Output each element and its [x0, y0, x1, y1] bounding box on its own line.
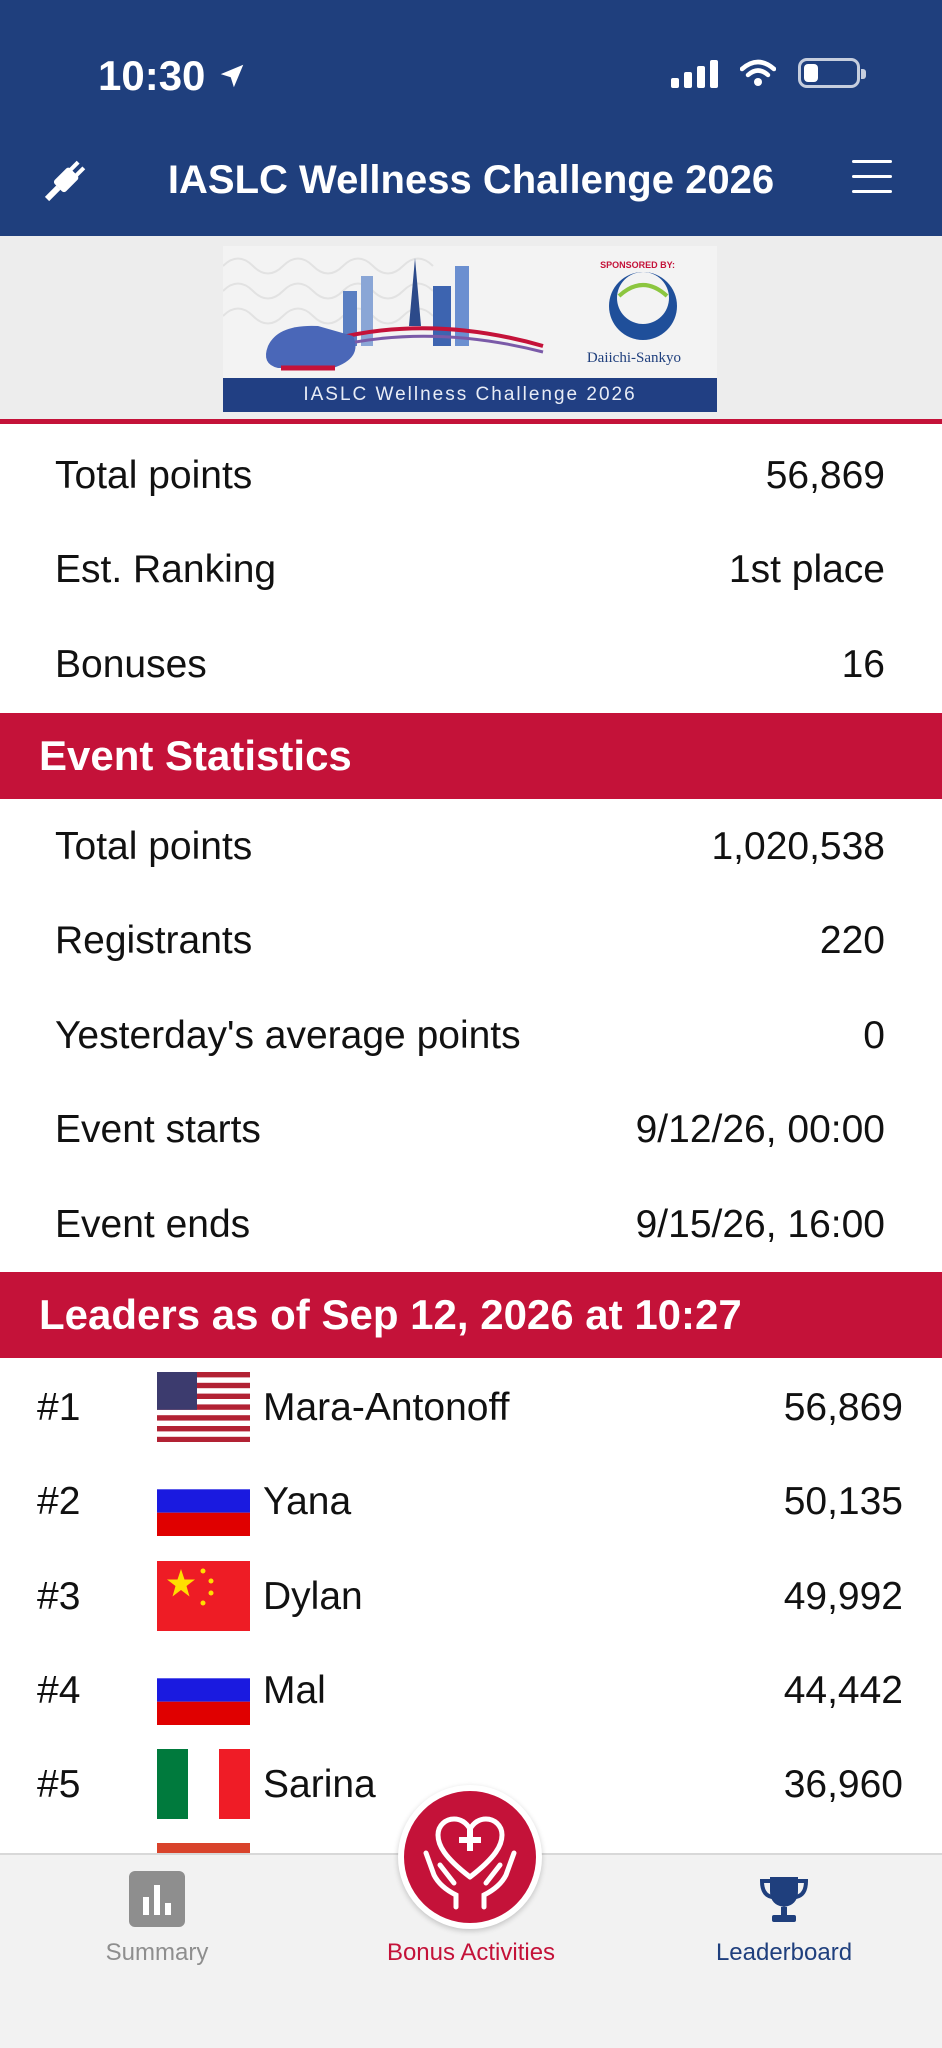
tab-leaderboard-label: Leaderboard: [715, 1939, 853, 1966]
leader-rank: #4: [37, 1669, 81, 1712]
cellular-signal-icon: [671, 58, 718, 88]
status-icons: [671, 58, 866, 88]
stat-label: Est. Ranking: [55, 548, 277, 591]
leader-points: 36,960: [783, 1763, 903, 1806]
stat-row-total-points: Total points 56,869: [0, 429, 942, 523]
italy-flag-icon: [157, 1749, 250, 1819]
stat-label: Bonuses: [55, 643, 207, 686]
bar-chart-icon: [129, 1871, 185, 1927]
app-header: 10:30 IASLC Wellness Challenge 2026: [0, 0, 942, 236]
russia-flag-icon: [157, 1466, 250, 1536]
app-title: IASLC Wellness Challenge 2026: [167, 158, 775, 202]
event-label: Total points: [55, 825, 253, 868]
russia-flag-icon: [157, 1655, 250, 1725]
stat-row-ranking: Est. Ranking 1st place: [0, 523, 942, 617]
leader-rank: #3: [37, 1575, 81, 1618]
leader-rank: #2: [37, 1480, 81, 1523]
leader-rank: #1: [37, 1386, 81, 1429]
usa-flag-icon: [157, 1372, 250, 1442]
leader-points: 49,992: [783, 1575, 903, 1618]
stat-label: Total points: [55, 454, 253, 497]
bonus-activities-button[interactable]: [398, 1785, 542, 1929]
event-statistics-header: Event Statistics: [0, 713, 942, 799]
stat-value: 1st place: [728, 548, 885, 591]
banner-caption: IASLC Wellness Challenge 2026: [223, 378, 717, 412]
wifi-icon: [740, 59, 776, 86]
event-banner: SPONSORED BY: Daiichi-Sankyo IASLC Welln…: [223, 246, 717, 412]
leader-points: 44,442: [783, 1669, 903, 1712]
leader-name: Yana: [263, 1480, 352, 1523]
stat-value: 16: [841, 643, 885, 686]
leader-row[interactable]: #2 Yana 50,135: [0, 1454, 942, 1548]
event-value: 9/15/26, 16:00: [635, 1203, 885, 1246]
event-value: 220: [819, 919, 885, 962]
stat-value: 56,869: [765, 454, 885, 497]
event-label: Event ends: [55, 1203, 251, 1246]
tab-leaderboard[interactable]: Leaderboard: [664, 1855, 904, 2048]
leader-row[interactable]: #4 Mal 44,442: [0, 1643, 942, 1737]
status-time: 10:30: [98, 52, 247, 100]
event-row-total-points: Total points 1,020,538: [0, 800, 942, 894]
event-value: 0: [863, 1014, 885, 1057]
location-arrow-icon: [221, 64, 244, 88]
leader-name: Mal: [263, 1669, 326, 1712]
event-row-ends: Event ends 9/15/26, 16:00: [0, 1178, 942, 1272]
event-label: Registrants: [55, 919, 253, 962]
event-label: Yesterday's average points: [55, 1014, 521, 1057]
sponsor-label: SPONSORED BY:: [600, 260, 675, 270]
hamburger-menu-icon[interactable]: [852, 160, 892, 196]
battery-icon: [798, 58, 866, 88]
event-label: Event starts: [55, 1108, 261, 1151]
leader-points: 56,869: [783, 1386, 903, 1429]
heart-hands-icon: [423, 1816, 517, 1910]
tab-summary[interactable]: Summary: [37, 1855, 277, 2048]
event-row-starts: Event starts 9/12/26, 00:00: [0, 1083, 942, 1177]
leader-name: Mara-Antonoff: [263, 1386, 510, 1429]
leader-points: 50,135: [783, 1480, 903, 1523]
tab-summary-label: Summary: [105, 1939, 209, 1966]
status-time-text: 10:30: [98, 52, 206, 99]
sponsor-name: Daiichi-Sankyo: [586, 350, 681, 366]
leader-rank: #5: [37, 1763, 81, 1806]
tab-bonus-label: Bonus Activities: [386, 1939, 556, 1966]
event-value: 9/12/26, 00:00: [635, 1108, 885, 1151]
leaders-header: Leaders as of Sep 12, 2026 at 10:27: [0, 1272, 942, 1358]
leader-row[interactable]: #3 Dylan 49,992: [0, 1549, 942, 1643]
trophy-icon: [759, 1877, 809, 1922]
leader-name: Sarina: [263, 1763, 376, 1806]
leader-row[interactable]: #1 Mara-Antonoff 56,869: [0, 1360, 942, 1454]
event-value: 1,020,538: [711, 825, 885, 868]
stat-row-bonuses: Bonuses 16: [0, 618, 942, 712]
leader-name: Dylan: [263, 1575, 363, 1618]
china-flag-icon: [157, 1561, 250, 1631]
banner-area: SPONSORED BY: Daiichi-Sankyo IASLC Welln…: [0, 236, 942, 424]
event-row-average-points: Yesterday's average points 0: [0, 989, 942, 1083]
event-row-registrants: Registrants 220: [0, 894, 942, 988]
